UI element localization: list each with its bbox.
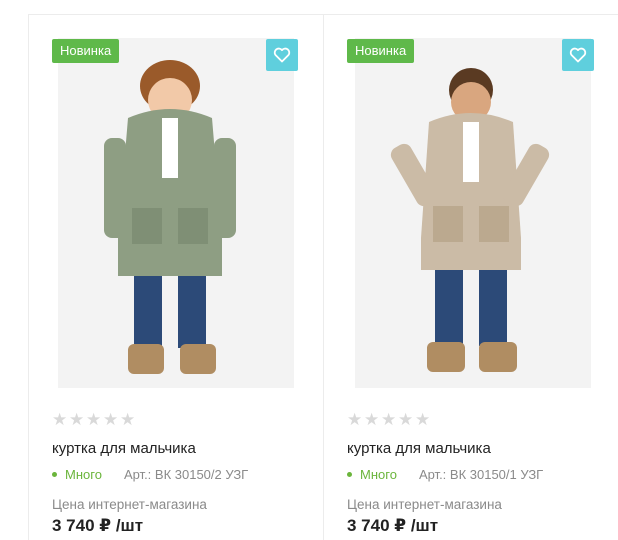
favorite-button[interactable] bbox=[562, 39, 594, 71]
product-grid: Новинка ★ ★ ★ ★ ★ куртка для мальчика Мн… bbox=[0, 0, 618, 540]
star-icon: ★ bbox=[103, 410, 119, 429]
new-badge: Новинка bbox=[347, 39, 415, 63]
article-number: Арт.: ВК 30150/1 УЗГ bbox=[418, 467, 544, 482]
stock-status: Много bbox=[65, 467, 102, 482]
rating-stars[interactable]: ★ ★ ★ ★ ★ bbox=[52, 410, 136, 429]
product-title[interactable]: куртка для мальчика bbox=[347, 440, 491, 457]
star-icon: ★ bbox=[364, 410, 380, 429]
stock-status: Много bbox=[360, 467, 397, 482]
star-icon: ★ bbox=[86, 410, 102, 429]
article-number: Арт.: ВК 30150/2 УЗГ bbox=[123, 467, 249, 482]
product-card[interactable]: Новинка ★ ★ ★ ★ ★ куртка для мальчика Мн… bbox=[28, 14, 323, 540]
stock-dot-icon bbox=[52, 472, 57, 477]
star-icon: ★ bbox=[69, 410, 85, 429]
price: 3 740 ₽ /шт bbox=[347, 516, 439, 535]
star-icon: ★ bbox=[398, 410, 414, 429]
product-title[interactable]: куртка для мальчика bbox=[52, 440, 196, 457]
price-label: Цена интернет-магазина bbox=[347, 497, 502, 512]
star-icon: ★ bbox=[415, 410, 431, 429]
stock-info: Много Арт.: ВК 30150/1 УЗГ bbox=[347, 467, 543, 482]
stock-dot-icon bbox=[347, 472, 352, 477]
product-image[interactable] bbox=[355, 38, 591, 388]
product-card[interactable]: Новинка ★ ★ ★ ★ ★ куртка для мальчика Мн… bbox=[323, 14, 618, 540]
favorite-button[interactable] bbox=[266, 39, 298, 71]
new-badge: Новинка bbox=[52, 39, 120, 63]
stock-info: Много Арт.: ВК 30150/2 УЗГ bbox=[52, 467, 248, 482]
price-label: Цена интернет-магазина bbox=[52, 497, 207, 512]
star-icon: ★ bbox=[120, 410, 136, 429]
star-icon: ★ bbox=[52, 410, 68, 429]
price: 3 740 ₽ /шт bbox=[52, 516, 144, 535]
star-icon: ★ bbox=[347, 410, 363, 429]
star-icon: ★ bbox=[381, 410, 397, 429]
rating-stars[interactable]: ★ ★ ★ ★ ★ bbox=[347, 410, 431, 429]
heart-outline-icon bbox=[273, 47, 291, 63]
heart-outline-icon bbox=[569, 47, 587, 63]
product-image[interactable] bbox=[58, 38, 294, 388]
